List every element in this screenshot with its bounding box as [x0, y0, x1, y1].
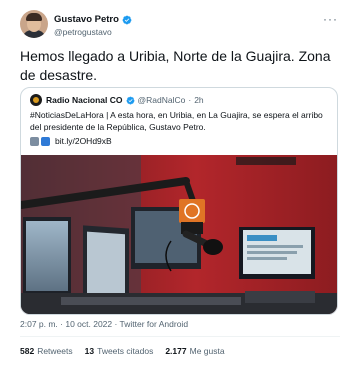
likes-count: 2.177 — [165, 346, 187, 356]
author-avatar[interactable] — [20, 10, 48, 38]
quotes-count: 13 — [84, 346, 95, 356]
quoted-author-name: Radio Nacional CO — [46, 95, 123, 105]
likes-stat[interactable]: 2.177 Me gusta — [165, 346, 224, 356]
quoted-link-row: bit.ly/2OHd9xB — [30, 136, 112, 146]
verified-badge-icon — [122, 15, 132, 24]
retweets-label: Retweets — [37, 346, 73, 356]
quoted-tweet-header: Radio Nacional CO @RadNalCo · 2h — [30, 94, 204, 106]
divider — [20, 336, 340, 337]
arrow-emoji-icon — [41, 136, 50, 146]
tweet-header: Gustavo Petro @petrogustavo ··· — [20, 8, 340, 48]
quoted-verified-badge-icon — [126, 96, 134, 104]
quoted-tweet[interactable]: Radio Nacional CO @RadNalCo · 2h #Notici… — [20, 87, 338, 315]
tweet-card: Gustavo Petro @petrogustavo ··· Hemos ll… — [0, 0, 350, 367]
quoted-link: bit.ly/2OHd9xB — [55, 136, 112, 146]
quoted-author-avatar — [30, 94, 42, 106]
radio-studio-photo — [21, 155, 337, 314]
quoted-separator: · — [188, 95, 192, 105]
quoted-author-handle: @RadNalCo — [137, 95, 186, 105]
tweet-stats: 582 Retweets 13 Tweets citados 2.177 Me gus… — [20, 346, 237, 356]
quoted-time: 2h — [194, 95, 204, 105]
tweet-timestamp[interactable]: 2:07 p. m. · 10 oct. 2022 · Twitter for … — [20, 319, 188, 329]
radio-emoji-icon — [30, 136, 39, 146]
retweets-stat[interactable]: 582 Retweets — [20, 346, 73, 356]
tweet-text: Hemos llegado a Uribia, Norte de la Guaj… — [20, 48, 331, 83]
author-name[interactable]: Gustavo Petro — [54, 14, 119, 25]
quotes-stat[interactable]: 13 Tweets citados — [85, 346, 154, 356]
author-handle[interactable]: @petrogustavo — [54, 27, 112, 37]
quotes-label: Tweets citados — [97, 346, 154, 356]
retweets-count: 582 — [20, 346, 35, 356]
likes-label: Me gusta — [189, 346, 225, 356]
quoted-tweet-text: #NoticiasDeLaHora | A esta hora, en Urib… — [30, 110, 323, 132]
author-name-row[interactable]: Gustavo Petro — [54, 14, 132, 25]
more-options-icon[interactable]: ··· — [323, 12, 338, 26]
